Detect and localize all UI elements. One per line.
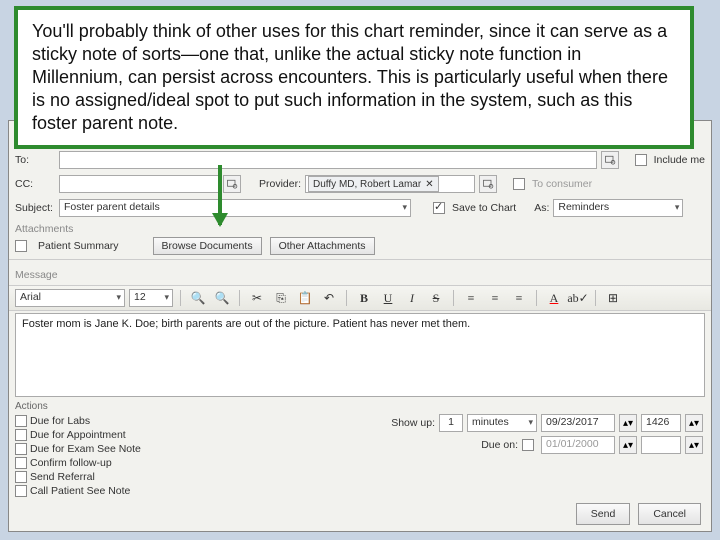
as-label: As: — [534, 202, 549, 214]
as-combo[interactable]: Reminders — [553, 199, 683, 217]
dueon-date-field[interactable]: 01/01/2000 — [541, 436, 615, 454]
actions-title: Actions — [15, 401, 705, 412]
font-color-icon[interactable]: A — [544, 289, 564, 307]
action-checkbox[interactable] — [15, 457, 27, 469]
instructional-callout: You'll probably think of other uses for … — [14, 6, 694, 149]
spellcheck-icon[interactable]: ab✓ — [568, 289, 588, 307]
insert-template-icon[interactable]: ⊞ — [603, 289, 623, 307]
callout-text: You'll probably think of other uses for … — [32, 21, 668, 133]
align-left-icon[interactable]: ≡ — [461, 289, 481, 307]
cc-field[interactable] — [59, 175, 219, 193]
action-label: Send Referral — [30, 471, 95, 483]
send-button[interactable]: Send — [576, 503, 631, 525]
browse-documents-button[interactable]: Browse Documents — [153, 237, 262, 255]
showup-date-stepper[interactable]: ▴▾ — [619, 414, 637, 432]
action-checkbox[interactable] — [15, 415, 27, 427]
align-right-icon[interactable]: ≡ — [509, 289, 529, 307]
patient-summary-checkbox[interactable] — [15, 240, 27, 252]
showup-qty-field[interactable]: 1 — [439, 414, 463, 432]
undo-icon[interactable]: ↶ — [319, 289, 339, 307]
cut-icon[interactable]: ✂ — [247, 289, 267, 307]
message-text: Foster mom is Jane K. Doe; birth parents… — [22, 318, 470, 330]
to-consumer-label: To consumer — [532, 178, 592, 190]
underline-button[interactable]: U — [378, 289, 398, 307]
action-checkbox[interactable] — [15, 443, 27, 455]
font-combo[interactable]: Arial — [15, 289, 125, 307]
actions-list: Due for Labs Due for Appointment Due for… — [15, 414, 175, 498]
action-item[interactable]: Due for Appointment — [15, 428, 175, 442]
showup-time-field[interactable]: 1426 — [641, 414, 681, 432]
paste-icon[interactable]: 📋 — [295, 289, 315, 307]
italic-button[interactable]: I — [402, 289, 422, 307]
action-label: Due for Labs — [30, 415, 90, 427]
action-label: Due for Exam See Note — [30, 443, 141, 455]
save-to-chart-label: Save to Chart — [452, 202, 516, 214]
align-center-icon[interactable]: ≡ — [485, 289, 505, 307]
attachments-label: Attachments — [15, 223, 73, 235]
strike-button[interactable]: S — [426, 289, 446, 307]
bold-button[interactable]: B — [354, 289, 374, 307]
font-size-value: 12 — [134, 291, 146, 303]
showup-label: Show up: — [391, 417, 435, 429]
cancel-button[interactable]: Cancel — [638, 503, 701, 525]
format-toolbar: Arial 12 🔍 🔍 ✂ ⎘ 📋 ↶ B U I S ≡ ≡ ≡ A ab✓… — [9, 285, 711, 311]
subject-field[interactable]: Foster parent details — [59, 199, 411, 217]
provider-label: Provider: — [259, 178, 301, 190]
provider-search-icon[interactable] — [479, 175, 497, 193]
as-value: Reminders — [558, 201, 609, 213]
subject-value: Foster parent details — [64, 201, 160, 213]
cc-search-icon[interactable] — [223, 175, 241, 193]
to-label: To: — [15, 154, 55, 166]
include-me-checkbox[interactable] — [635, 154, 647, 166]
action-item[interactable]: Due for Exam See Note — [15, 442, 175, 456]
cc-label: CC: — [15, 178, 55, 190]
action-item[interactable]: Send Referral — [15, 470, 175, 484]
message-editor[interactable]: Foster mom is Jane K. Doe; birth parents… — [15, 313, 705, 397]
action-item[interactable]: Due for Labs — [15, 414, 175, 428]
showup-time-stepper[interactable]: ▴▾ — [685, 414, 703, 432]
provider-field[interactable]: Duffy MD, Robert Lamar ✕ — [305, 175, 475, 193]
action-checkbox[interactable] — [15, 485, 27, 497]
font-value: Arial — [20, 291, 41, 303]
to-field[interactable] — [59, 151, 597, 169]
patient-summary-label: Patient Summary — [38, 240, 119, 252]
action-item[interactable]: Call Patient See Note — [15, 484, 175, 498]
to-consumer-checkbox[interactable] — [513, 178, 525, 190]
provider-chip[interactable]: Duffy MD, Robert Lamar ✕ — [308, 176, 439, 192]
action-label: Call Patient See Note — [30, 485, 130, 497]
remove-provider-icon[interactable]: ✕ — [425, 179, 433, 190]
action-item[interactable]: Confirm follow-up — [15, 456, 175, 470]
action-label: Due for Appointment — [30, 429, 126, 441]
zoom-out-icon[interactable]: 🔍 — [212, 289, 232, 307]
subject-label: Subject: — [15, 202, 55, 214]
other-attachments-button[interactable]: Other Attachments — [270, 237, 375, 255]
action-label: Confirm follow-up — [30, 457, 112, 469]
save-to-chart-checkbox[interactable] — [433, 202, 445, 214]
dueon-time-stepper: ▴▾ — [685, 436, 703, 454]
dueon-date-stepper[interactable]: ▴▾ — [619, 436, 637, 454]
include-me-label: Include me — [654, 154, 705, 166]
dueon-checkbox[interactable] — [522, 439, 534, 451]
action-checkbox[interactable] — [15, 429, 27, 441]
showup-date-field[interactable]: 09/23/2017 — [541, 414, 615, 432]
action-checkbox[interactable] — [15, 471, 27, 483]
actions-panel: Actions Due for Labs Due for Appointment… — [15, 401, 705, 498]
copy-icon[interactable]: ⎘ — [271, 289, 291, 307]
provider-name: Duffy MD, Robert Lamar — [313, 179, 421, 190]
showup-unit-combo[interactable]: minutes — [467, 414, 537, 432]
message-label: Message — [15, 269, 58, 281]
message-window: Patient: ZZTEST, CERTTEST Show in: Chart… — [8, 120, 712, 532]
zoom-in-icon[interactable]: 🔍 — [188, 289, 208, 307]
font-size-combo[interactable]: 12 — [129, 289, 173, 307]
callout-arrow — [218, 165, 222, 225]
dueon-label: Due on: — [481, 439, 518, 451]
dueon-time-field — [641, 436, 681, 454]
to-search-icon[interactable] — [601, 151, 619, 169]
